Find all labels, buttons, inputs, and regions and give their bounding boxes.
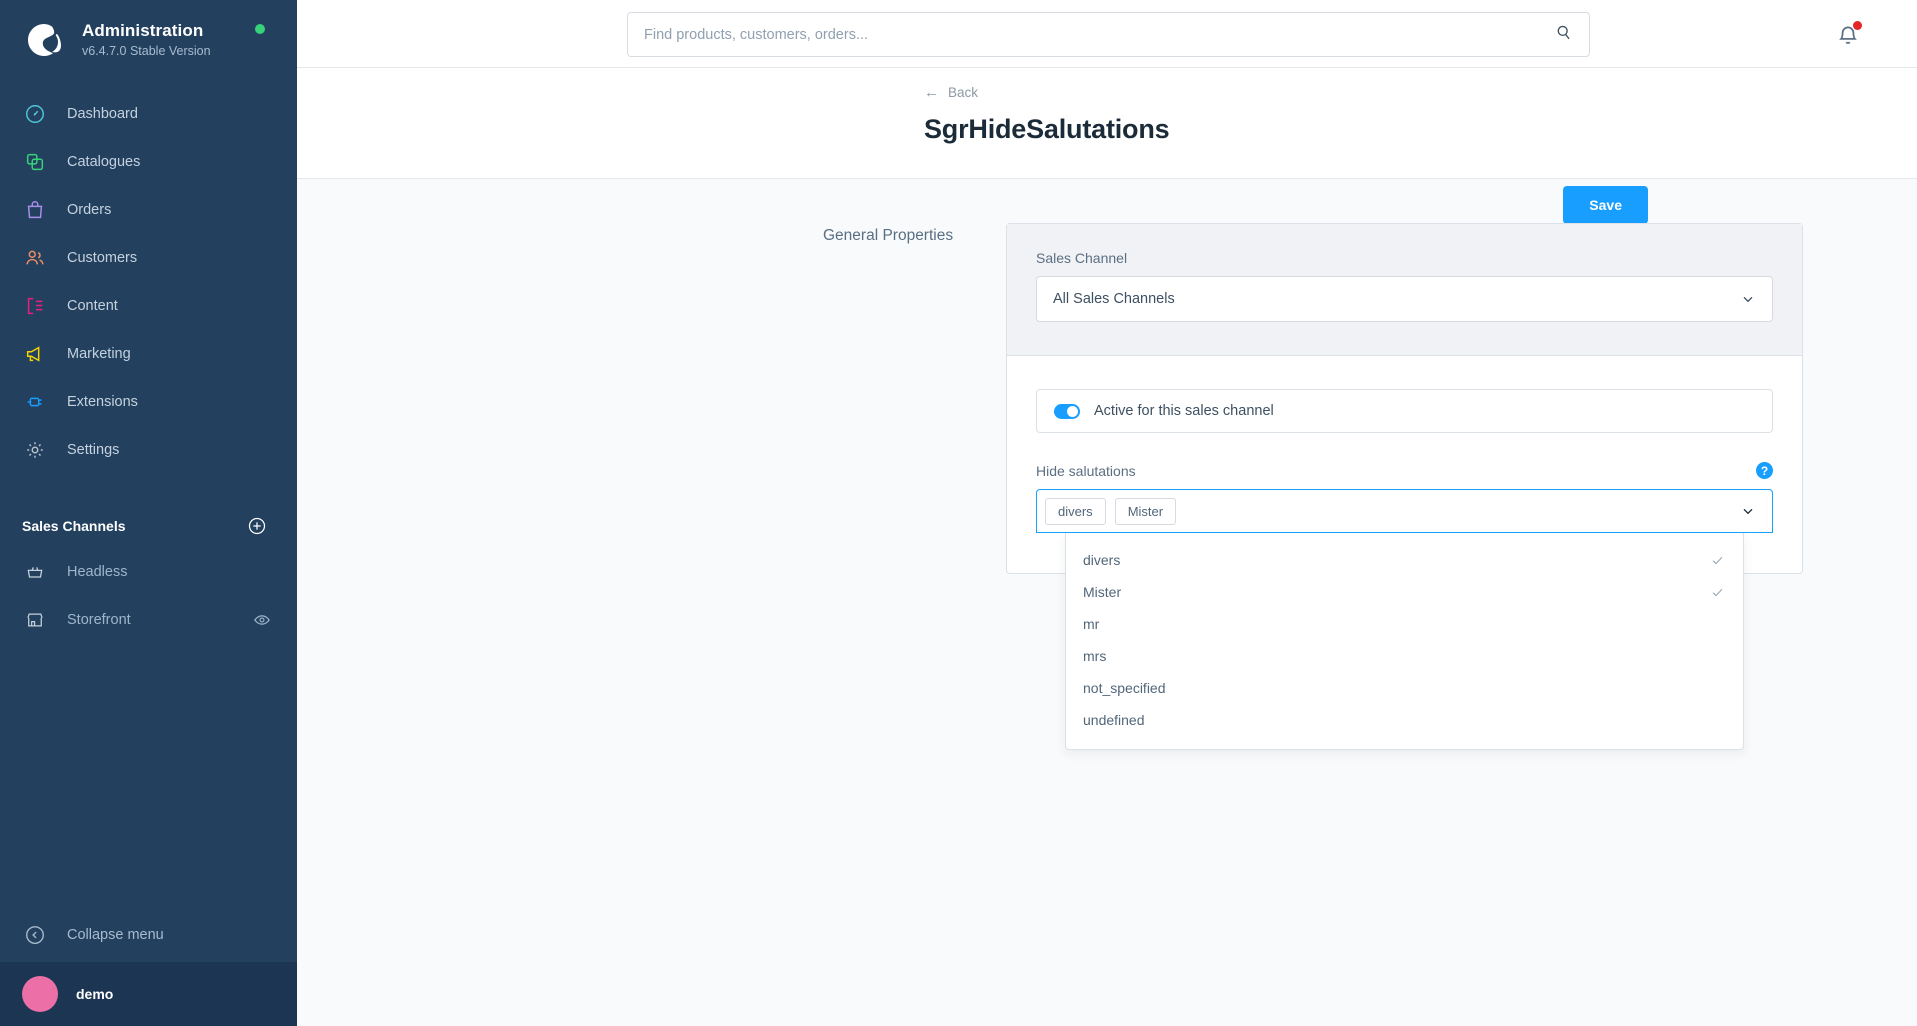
settings-gear-icon (22, 437, 48, 463)
back-link[interactable]: ← Back (924, 85, 978, 100)
eye-icon[interactable] (253, 611, 271, 629)
sidebar-item-label: Dashboard (67, 106, 138, 122)
option-label: not_specified (1083, 680, 1166, 696)
section-label-general-properties: General Properties (823, 227, 954, 244)
option-not-specified[interactable]: not_specified (1066, 674, 1743, 702)
sidebar-section-title: Sales Channels (22, 518, 126, 534)
sidebar-user[interactable]: demo (0, 962, 297, 1026)
customers-icon (22, 245, 48, 271)
sidebar-app-version: v6.4.7.0 Stable Version (82, 44, 211, 58)
sidebar-section-sales-channels: Sales Channels (0, 504, 297, 548)
notifications-button[interactable] (1835, 21, 1862, 48)
shopware-logo-icon (22, 18, 66, 62)
general-properties-card: Sales Channel All Sales Channels Active … (1006, 223, 1803, 750)
sidebar-item-settings[interactable]: Settings (0, 426, 297, 474)
sidebar: Administration v6.4.7.0 Stable Version D… (0, 0, 297, 1026)
sidebar-brand[interactable]: Administration v6.4.7.0 Stable Version (0, 0, 297, 72)
sidebar-item-orders[interactable]: Orders (0, 186, 297, 234)
sidebar-channel-headless[interactable]: Headless (0, 548, 297, 596)
sales-channel-value: All Sales Channels (1053, 291, 1175, 307)
option-label: divers (1083, 552, 1121, 568)
sidebar-item-label: Customers (67, 250, 138, 266)
option-undefined[interactable]: undefined (1066, 706, 1743, 734)
catalogues-icon (22, 149, 48, 175)
content-area: General Properties Sales Channel All Sal… (297, 179, 1917, 1026)
sidebar-item-customers[interactable]: Customers (0, 234, 297, 282)
dashboard-icon (22, 101, 48, 127)
status-dot-online-icon (255, 24, 265, 34)
active-toggle-row: Active for this sales channel (1036, 389, 1773, 433)
marketing-icon (22, 341, 48, 367)
arrow-left-icon: ← (924, 84, 939, 101)
check-icon (1710, 553, 1725, 568)
sidebar-nav: Dashboard Catalogues Orders Customers Co… (0, 90, 297, 474)
sidebar-item-label: Marketing (67, 346, 131, 362)
topbar (297, 0, 1917, 68)
check-icon (1710, 585, 1725, 600)
sales-channel-select[interactable]: All Sales Channels (1036, 276, 1773, 322)
option-label: mr (1083, 616, 1100, 632)
chevron-down-icon (1740, 291, 1756, 307)
sidebar-item-catalogues[interactable]: Catalogues (0, 138, 297, 186)
sidebar-item-content[interactable]: Content (0, 282, 297, 330)
page-title: SgrHideSalutations (924, 114, 1170, 144)
chevron-left-circle-icon (22, 922, 48, 948)
option-label: undefined (1083, 712, 1145, 728)
hide-salutations-dropdown: divers Mister mr mrs not_specified undef… (1065, 533, 1744, 750)
notification-dot-icon (1853, 21, 1862, 30)
sidebar-item-label: Catalogues (67, 154, 141, 170)
sidebar-item-marketing[interactable]: Marketing (0, 330, 297, 378)
sidebar-item-label: Orders (67, 202, 112, 218)
hide-salutations-field-wrap: divers Mister divers Mister mr mrs not_s… (1036, 489, 1773, 750)
orders-icon (22, 197, 48, 223)
sidebar-channel-label: Headless (67, 564, 128, 580)
sidebar-channel-label: Storefront (67, 612, 131, 628)
hide-salutations-label: Hide salutations (1036, 462, 1136, 479)
collapse-menu-label: Collapse menu (67, 927, 164, 943)
option-label: Mister (1083, 584, 1122, 600)
hide-salutations-header: Hide salutations ? (1036, 462, 1773, 479)
sidebar-item-label: Content (67, 298, 118, 314)
active-toggle[interactable] (1054, 403, 1080, 419)
back-label: Back (948, 85, 979, 100)
sidebar-item-label: Settings (67, 442, 120, 458)
chip-mister[interactable]: Mister (1114, 497, 1177, 525)
sidebar-item-label: Extensions (67, 394, 138, 410)
avatar (22, 976, 58, 1012)
option-mr[interactable]: mr (1066, 610, 1743, 638)
content-icon (22, 293, 48, 319)
selected-chips: divers Mister (1045, 497, 1740, 525)
help-circle-icon[interactable]: ? (1756, 462, 1773, 479)
basket-icon (22, 559, 48, 585)
chip-divers[interactable]: divers (1045, 497, 1106, 525)
storefront-icon (22, 607, 48, 633)
sales-channel-label: Sales Channel (1036, 250, 1128, 266)
active-toggle-label: Active for this sales channel (1094, 403, 1274, 419)
global-search (627, 12, 1590, 57)
sidebar-channel-storefront[interactable]: Storefront (0, 596, 297, 644)
search-icon[interactable] (1554, 23, 1573, 47)
option-label: mrs (1083, 648, 1107, 664)
search-input[interactable] (644, 26, 1554, 43)
chevron-down-icon[interactable] (1740, 503, 1756, 519)
hide-salutations-multiselect[interactable]: divers Mister (1036, 489, 1773, 533)
option-mrs[interactable]: mrs (1066, 642, 1743, 670)
option-mister[interactable]: Mister (1066, 578, 1743, 606)
card-body: Active for this sales channel Hide salut… (1007, 356, 1802, 750)
main-area: ← Back SgrHideSalutations Save General P… (297, 0, 1917, 1026)
sidebar-app-title: Administration (82, 21, 204, 40)
sidebar-item-dashboard[interactable]: Dashboard (0, 90, 297, 138)
sidebar-item-extensions[interactable]: Extensions (0, 378, 297, 426)
sales-channel-section: Sales Channel All Sales Channels (1007, 224, 1802, 356)
sidebar-username: demo (76, 986, 114, 1002)
page-header: ← Back SgrHideSalutations Save (297, 68, 1917, 224)
collapse-menu-button[interactable]: Collapse menu (0, 908, 297, 962)
search-box[interactable] (627, 12, 1590, 57)
option-divers[interactable]: divers (1066, 546, 1743, 574)
extensions-icon (22, 389, 48, 415)
plus-circle-icon[interactable] (247, 516, 267, 536)
